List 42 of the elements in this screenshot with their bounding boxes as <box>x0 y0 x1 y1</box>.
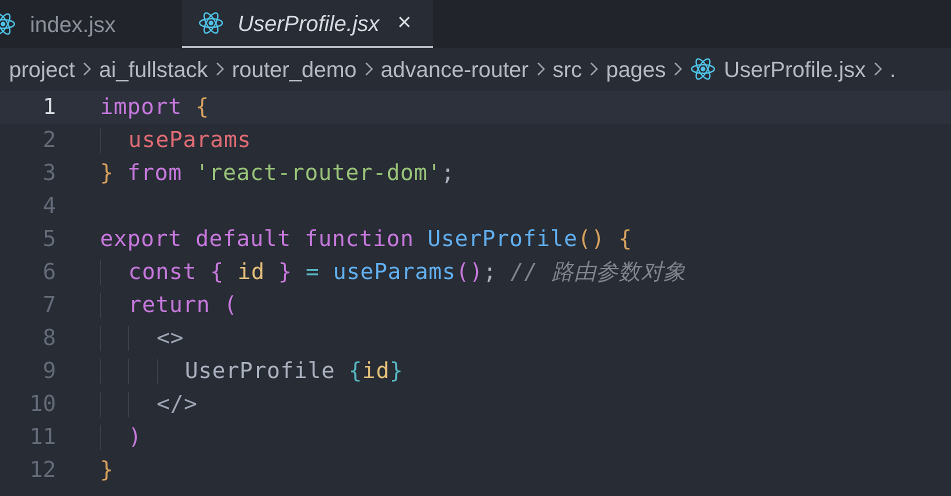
code-line: import { <box>100 94 210 122</box>
breadcrumb-item[interactable]: ai_fullstack <box>99 52 208 86</box>
code-line: ) <box>100 421 142 454</box>
chevron-icon <box>364 62 373 76</box>
breadcrumb-item[interactable]: . <box>890 52 896 86</box>
code-line: export default function UserProfile() { <box>100 226 632 254</box>
line-number: 11 <box>28 424 56 452</box>
breadcrumb-item[interactable]: advance-router <box>380 52 529 86</box>
breadcrumb-item[interactable]: pages <box>606 52 666 86</box>
line-number: 1 <box>42 94 56 122</box>
breadcrumb-item[interactable]: project <box>9 52 76 86</box>
chevron-icon <box>590 62 598 76</box>
line-number: 4 <box>42 193 56 221</box>
close-icon[interactable]: × <box>397 5 412 41</box>
code-line: return ( <box>100 289 238 322</box>
breadcrumb-item[interactable]: router_demo <box>232 52 357 86</box>
line-number: 12 <box>28 457 56 485</box>
line-number: 6 <box>42 259 56 287</box>
line-number: 5 <box>42 226 56 254</box>
chevron-icon <box>536 62 545 76</box>
react-icon <box>690 56 716 82</box>
line-number: 8 <box>42 325 56 353</box>
code-line: useParams <box>100 124 252 157</box>
code-line: const { id } = useParams(); // 路由参数对象 <box>100 256 686 289</box>
line-number: 3 <box>42 160 56 188</box>
editor-tab[interactable]: UserProfile.jsx × <box>182 0 434 48</box>
code-line: <> <box>100 322 184 355</box>
chevron-icon <box>83 62 92 76</box>
chevron-icon <box>674 62 682 76</box>
code-line: </> <box>100 388 198 421</box>
code-line: } from 'react-router-dom'; <box>100 160 455 188</box>
line-number: 7 <box>42 292 56 320</box>
react-icon <box>198 10 224 36</box>
line-number: 10 <box>28 391 56 419</box>
line-number: 9 <box>42 358 56 386</box>
code-line: UserProfile {id} <box>100 355 404 388</box>
chevron-icon <box>874 62 882 76</box>
breadcrumb-item[interactable]: src <box>552 52 582 86</box>
chevron-icon <box>216 62 224 76</box>
breadcrumb-item[interactable]: UserProfile.jsx <box>690 52 866 86</box>
code-line: } <box>100 457 114 485</box>
line-number: 2 <box>42 127 56 155</box>
